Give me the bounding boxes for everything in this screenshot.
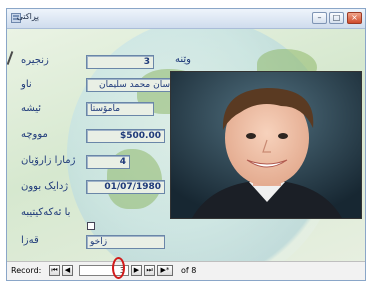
salary-field[interactable]: $500.00 — [86, 129, 165, 143]
married-checkbox[interactable] — [87, 222, 95, 230]
previous-record-icon[interactable]: ◀ — [62, 265, 73, 276]
first-record-icon[interactable]: ⏮ — [49, 265, 60, 276]
form-body: وێنە زنجیرە 3 ناو سان محمد سليمان ئیشە م… — [7, 29, 365, 261]
serial-label: زنجیرە — [21, 55, 49, 66]
children-label: ژمارا زارۆيان — [21, 155, 76, 166]
portrait-image — [171, 72, 361, 218]
next-record-icon[interactable]: ▶ — [131, 265, 142, 276]
minimize-button[interactable]: – — [312, 12, 327, 24]
district-label: قەزا — [21, 235, 39, 246]
photo-label: وێنە — [175, 54, 191, 65]
name-label: ناو — [21, 79, 32, 90]
title-bar: پڕاکتی – □ × — [7, 9, 365, 29]
record-selector-pencil-icon — [7, 51, 14, 65]
district-field[interactable]: زاخو — [86, 235, 165, 249]
close-button[interactable]: × — [347, 12, 362, 24]
job-field[interactable]: مامۆستا — [86, 102, 154, 116]
salary-label: مووچە — [21, 129, 48, 140]
name-field[interactable]: سان محمد سليمان — [86, 78, 174, 92]
record-total: of 8 — [181, 266, 197, 275]
highlight-circle — [112, 257, 125, 279]
form-window: پڕاکتی – □ × وێنە زنجیرە 3 ناو سان محمد … — [6, 8, 366, 281]
employee-photo[interactable] — [170, 71, 362, 219]
maximize-button[interactable]: □ — [329, 12, 344, 24]
children-field[interactable]: 4 — [86, 155, 130, 169]
married-label: با ئەکەکیتیبە — [21, 207, 71, 218]
record-label: Record: — [11, 266, 42, 275]
job-label: ئیشە — [21, 103, 42, 114]
birthdate-field[interactable]: 01/07/1980 — [86, 180, 165, 194]
last-record-icon[interactable]: ⏭ — [144, 265, 155, 276]
birthdate-label: ژدایک بوون — [21, 181, 69, 192]
new-record-icon[interactable]: ▶* — [157, 265, 173, 276]
record-navigation-bar: Record: ⏮ ◀ 3 ▶ ⏭ ▶* of 8 — [7, 261, 365, 280]
window-title: پڕاکتی — [16, 12, 39, 21]
serial-field[interactable]: 3 — [86, 55, 154, 69]
